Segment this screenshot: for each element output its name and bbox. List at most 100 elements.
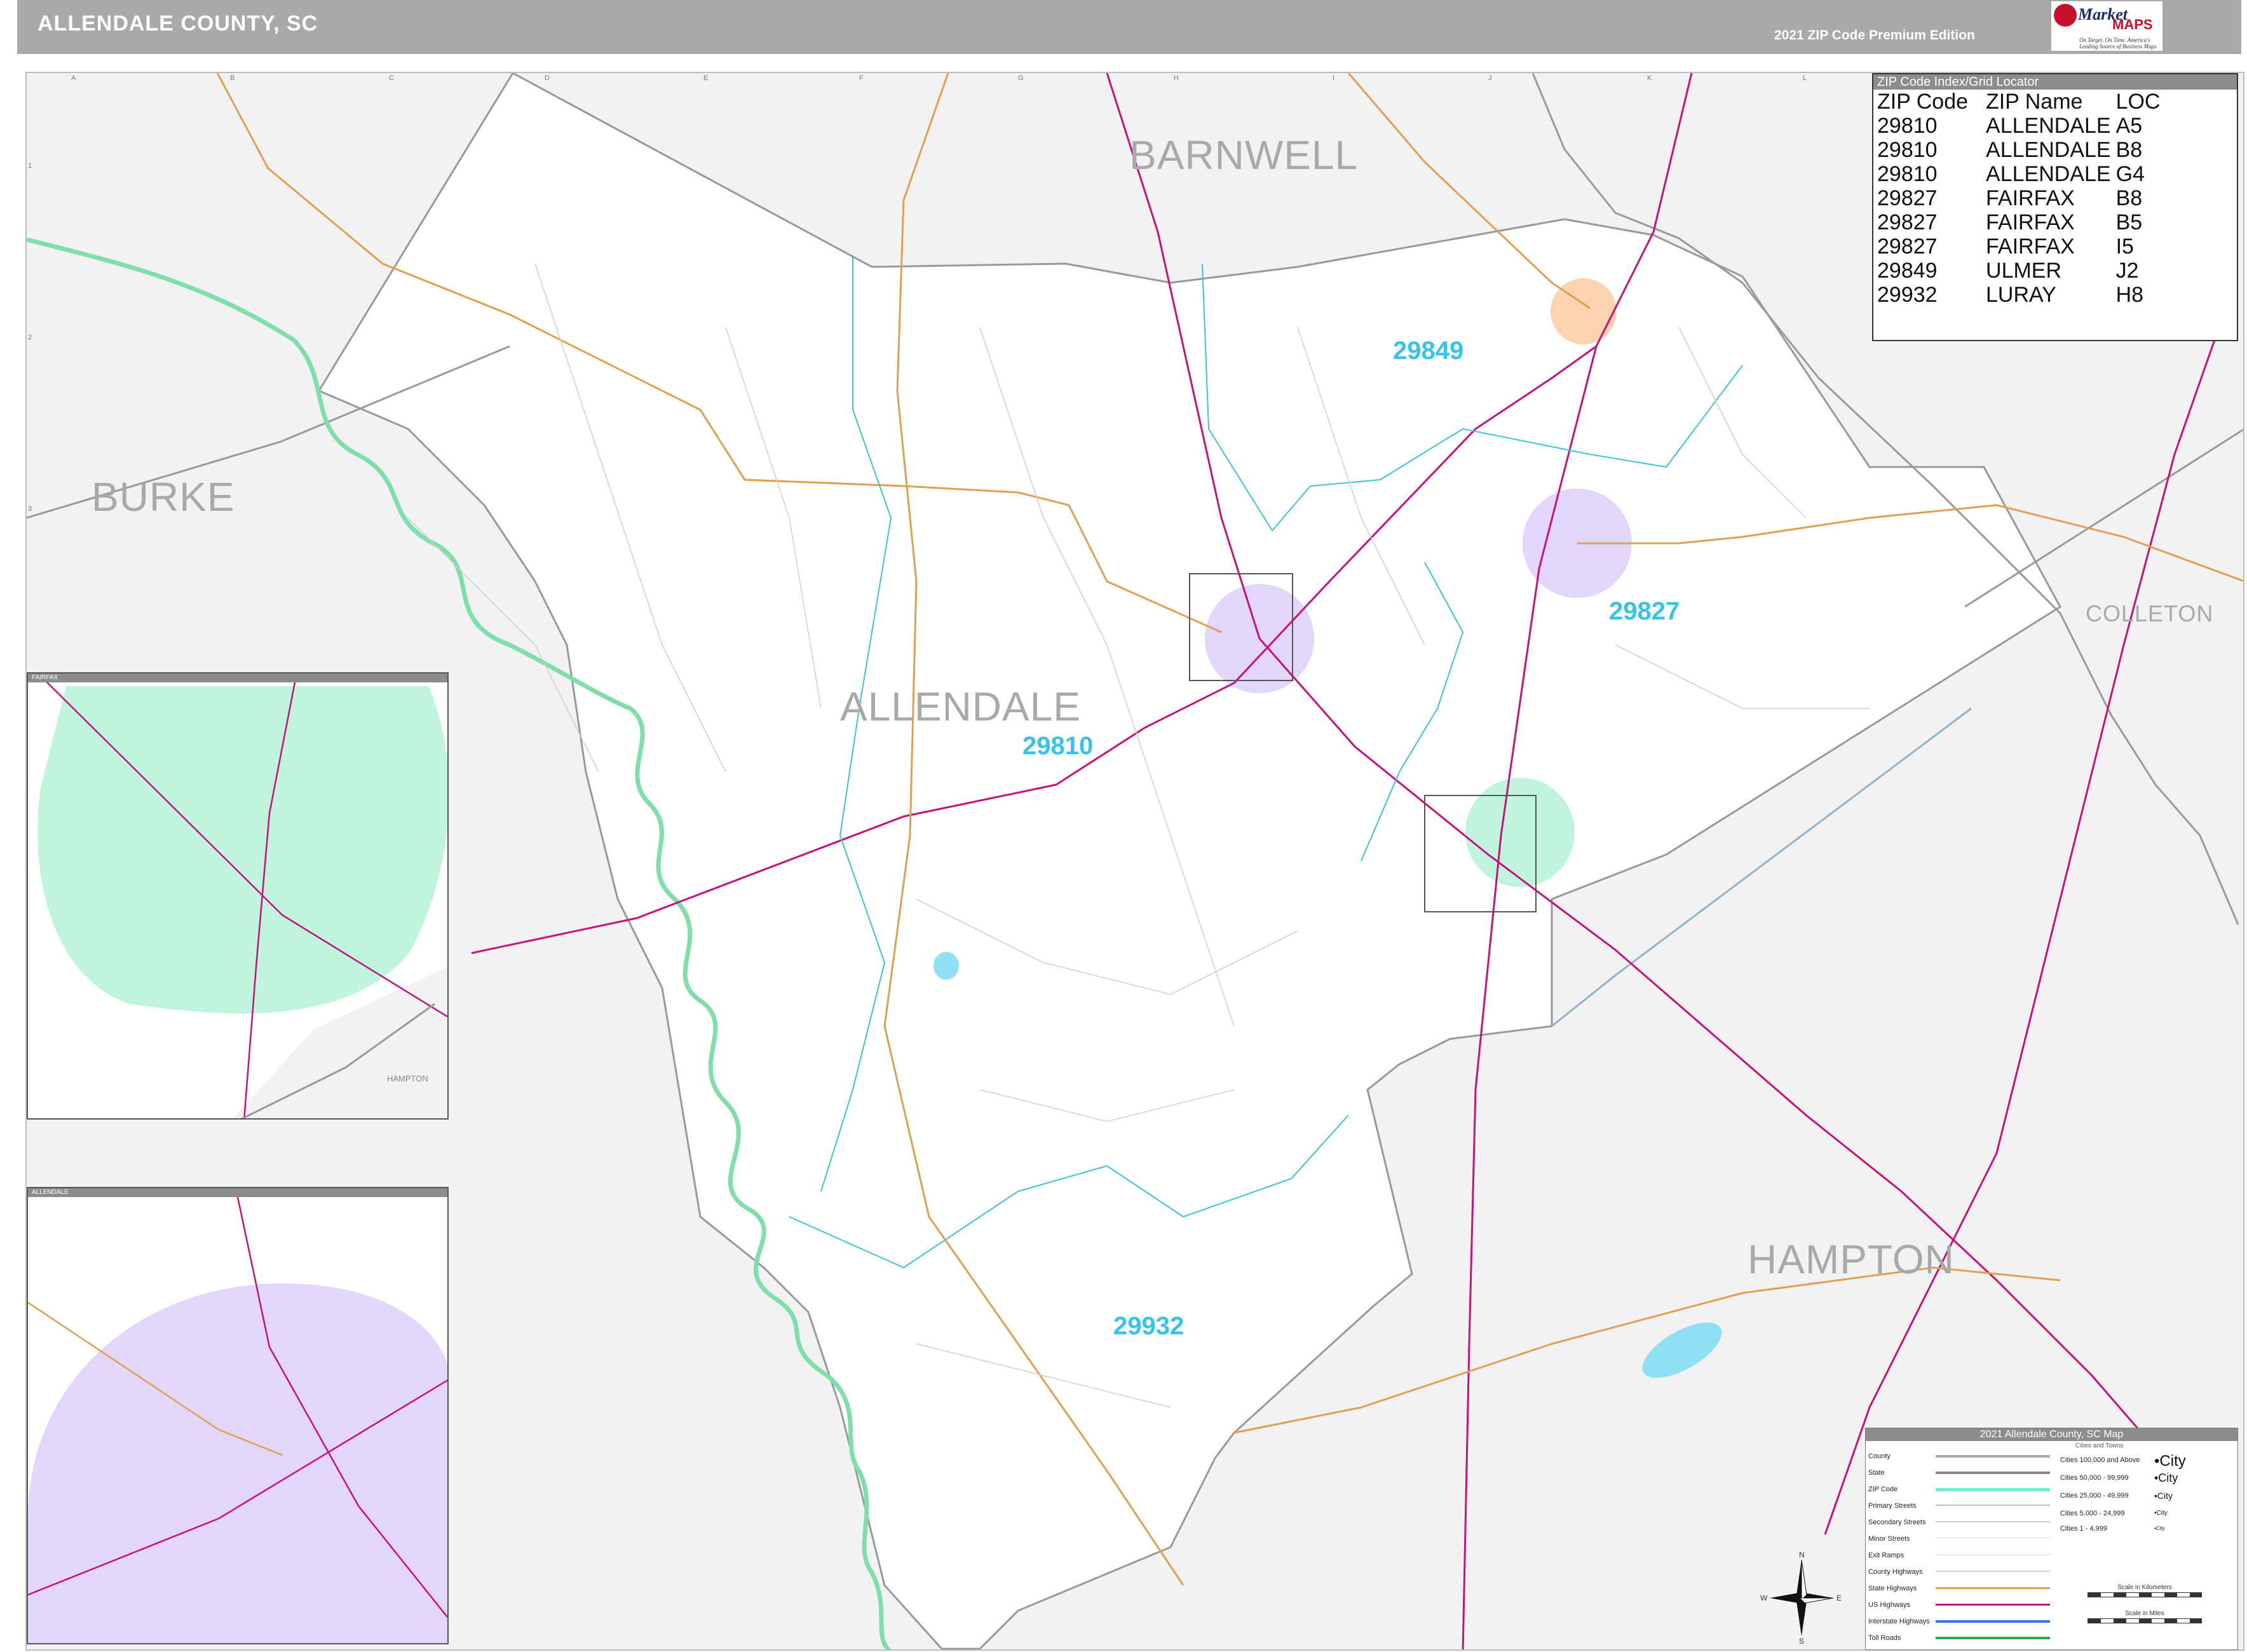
scale-km-bar <box>2087 1592 2202 1597</box>
zip-code-cell: 29932 <box>1877 283 1938 307</box>
zip-name-cell: FAIRFAX <box>1986 234 2075 259</box>
grid-row-2: 2 <box>28 334 32 341</box>
fairfax-inset-hampton-label: HAMPTON <box>387 1074 428 1083</box>
zip-index-header-row: ZIP Code ZIP Name LOC <box>1875 90 2175 114</box>
map-header: ALLENDALE COUNTY, SC 2021 ZIP Code Premi… <box>17 0 2241 54</box>
logo-tagline: On Target. On Time. America's Leading So… <box>2079 37 2157 50</box>
legend-line-secondary <box>1936 1521 2050 1522</box>
table-row: 29827 FAIRFAX B8 <box>1875 186 2175 210</box>
zip-code-cell: 29849 <box>1877 259 1938 283</box>
legend-item-state: State <box>1868 1469 1885 1477</box>
legend-line-county-hwy <box>1936 1571 2050 1572</box>
grid-col-e: E <box>703 74 709 82</box>
legend-line-us-hwy <box>1936 1604 2050 1606</box>
grid-col-g: G <box>1018 74 1024 82</box>
compass-n: N <box>1799 1550 1805 1559</box>
logo-globe-icon <box>2054 4 2077 27</box>
zip-loc-cell: B8 <box>2115 186 2143 210</box>
legend-city-25k: Cities 25,000 - 49,999 <box>2060 1492 2129 1500</box>
table-row: 29810 ALLENDALE B8 <box>1875 138 2175 162</box>
legend-item-minor: Minor Streets <box>1868 1535 1910 1543</box>
legend-line-county <box>1936 1455 2050 1458</box>
legend-city-25k-sample: •City <box>2154 1491 2173 1501</box>
zip-label-29932: 29932 <box>1113 1312 1185 1340</box>
compass-w: W <box>1760 1594 1768 1602</box>
map-scale: Scale in Kilometers Scale in Miles <box>2087 1584 2202 1625</box>
zip-index-title: ZIP Code Index/Grid Locator <box>1873 74 2237 90</box>
scale-km-label: Scale in Kilometers <box>2117 1584 2172 1591</box>
legend-item-interstate: Interstate Highways <box>1868 1618 1930 1625</box>
legend-title: 2021 Allendale County, SC Map <box>1866 1428 2237 1441</box>
fairfax-inset-zone <box>37 686 447 1014</box>
legend-city-100k: Cities 100,000 and Above <box>2060 1456 2140 1464</box>
allendale-inset-drawing <box>28 1196 447 1643</box>
scale-mi-bar <box>2087 1618 2202 1623</box>
allendale-inset-map[interactable]: ALLENDALE <box>27 1187 449 1644</box>
map-title: ALLENDALE COUNTY, SC <box>37 11 318 36</box>
legend-item-county: County <box>1868 1452 1891 1460</box>
zip-name-cell: ALLENDALE <box>1986 138 2111 162</box>
zip-index-header: LOC <box>2115 90 2161 114</box>
grid-col-a: A <box>71 74 76 82</box>
zip-name-cell: ALLENDALE <box>1986 162 2111 186</box>
legend-line-zip <box>1936 1488 2050 1491</box>
zip-name-cell: ALLENDALE <box>1986 114 2111 138</box>
grid-col-k: K <box>1647 74 1652 82</box>
zip-label-29827: 29827 <box>1609 597 1680 625</box>
grid-col-i: I <box>1333 74 1335 82</box>
legend-line-state-hwy <box>1936 1587 2050 1589</box>
zip-index-header: ZIP Name <box>1986 90 2083 114</box>
zip-code-cell: 29827 <box>1877 234 1938 259</box>
legend-city-1-sample: •City <box>2154 1526 2165 1531</box>
legend-city-5k: Cities 5,000 - 24,999 <box>2060 1510 2125 1517</box>
zip-code-cell: 29810 <box>1877 162 1938 186</box>
scale-mi-label: Scale in Miles <box>2125 1610 2164 1617</box>
legend-city-1: Cities 1 - 4,999 <box>2060 1525 2107 1533</box>
legend-line-primary <box>1936 1505 2050 1506</box>
grid-col-b: B <box>230 74 235 82</box>
zip-code-cell: 29827 <box>1877 210 1938 234</box>
legend-line-ramps <box>1936 1554 2050 1555</box>
legend-line-state <box>1936 1472 2050 1474</box>
zip-code-cell: 29810 <box>1877 114 1938 138</box>
zip-loc-cell: I5 <box>2115 234 2134 259</box>
legend-city-50k-sample: •City <box>2154 1472 2178 1484</box>
legend-item-primary: Primary Streets <box>1868 1502 1917 1510</box>
zip-label-29810: 29810 <box>1022 732 1094 760</box>
legend-item-us-hwy: US Highways <box>1868 1601 1911 1609</box>
zip-index-grid: ZIP Code ZIP Name LOC 29810 ALLENDALE A5 2… <box>1875 90 2175 307</box>
legend-item-secondary: Secondary Streets <box>1868 1519 1926 1526</box>
legend-item-zip: ZIP Code <box>1868 1486 1898 1493</box>
compass-s: S <box>1799 1637 1805 1646</box>
legend-city-50k: Cities 50,000 - 99,999 <box>2060 1474 2129 1482</box>
table-row: 29810 ALLENDALE G4 <box>1875 162 2175 186</box>
zip-code-cell: 29810 <box>1877 138 1938 162</box>
fairfax-zip-zone <box>1465 778 1575 887</box>
edition-label: 2021 ZIP Code Premium Edition <box>1774 28 1975 43</box>
fairfax-inset-map[interactable]: FAIRFAX HAMPTON <box>27 672 449 1120</box>
zip-name-cell: FAIRFAX <box>1986 210 2075 234</box>
grid-row-1: 1 <box>28 162 32 170</box>
table-row: 29827 FAIRFAX B5 <box>1875 210 2175 234</box>
compass-e: E <box>1836 1594 1842 1602</box>
grid-col-l: L <box>1803 74 1807 82</box>
zip-name-cell: FAIRFAX <box>1986 186 2075 210</box>
table-row: 29810 ALLENDALE A5 <box>1875 114 2175 138</box>
legend-item-toll: Toll Roads <box>1868 1634 1901 1642</box>
legend-city-100k-sample: •City <box>2154 1452 2186 1470</box>
legend-item-state-hwy: State Highways <box>1868 1585 1917 1592</box>
zip-loc-cell: A5 <box>2115 114 2143 138</box>
allendale-county-shape <box>317 73 2061 1649</box>
county-label-colleton: COLLETON <box>2086 600 2214 626</box>
lake <box>933 952 959 980</box>
grid-col-c: C <box>389 74 394 82</box>
zip-loc-cell: G4 <box>2115 162 2145 186</box>
county-label-hampton: HAMPTON <box>1748 1236 1955 1282</box>
legend-item-ramps: Exit Ramps <box>1868 1552 1904 1559</box>
table-row: 29827 FAIRFAX I5 <box>1875 234 2175 259</box>
zip-name-cell: ULMER <box>1986 259 2062 283</box>
table-row: 29932 LURAY H8 <box>1875 283 2175 307</box>
zip-name-cell: LURAY <box>1986 283 2056 307</box>
grid-col-f: F <box>859 74 864 82</box>
legend-city-5k-sample: •City <box>2154 1510 2168 1517</box>
